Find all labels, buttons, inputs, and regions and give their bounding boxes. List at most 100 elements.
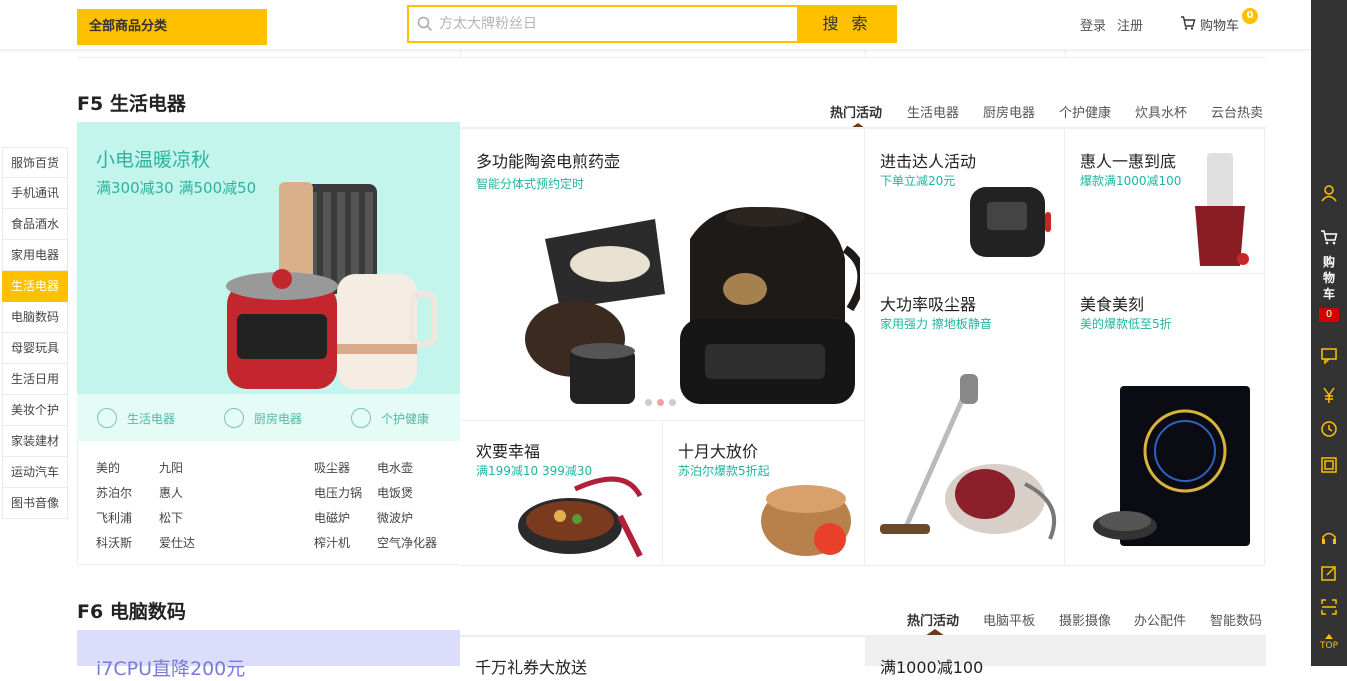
product-cell-2[interactable]: 惠人一惠到底 爆款满1000减100 (1065, 129, 1265, 274)
tab-hot-activity[interactable]: 热门活动 (830, 102, 882, 121)
floor-title-f5: F5 生活电器 (77, 93, 186, 115)
brand-link[interactable]: 九阳 (159, 459, 183, 476)
all-categories-button[interactable]: 全部商品分类 (77, 9, 267, 45)
sidebar-cart-label[interactable]: 购 物 车 (1311, 254, 1347, 302)
brand-link[interactable]: 美的 (96, 459, 120, 476)
history-icon[interactable] (1320, 420, 1338, 438)
rice-cooker-image (761, 485, 851, 556)
product-cell-3[interactable]: 大功率吸尘器 家用强力 擦地板静音 (865, 274, 1065, 566)
floor-nav-item-active[interactable]: 生活电器 (2, 271, 68, 302)
brand-link[interactable]: 爱仕达 (159, 534, 195, 551)
carousel-dot-active[interactable] (657, 399, 664, 406)
tab-hot-activity[interactable]: 热门活动 (907, 610, 959, 629)
tab-office-accessories[interactable]: 办公配件 (1134, 610, 1186, 629)
promo-category-label: 厨房电器 (254, 412, 303, 426)
sidebar-cart-label-char: 车 (1322, 287, 1335, 301)
category-link[interactable]: 吸尘器 (314, 459, 350, 476)
floor-nav-item[interactable]: 手机通讯 (2, 178, 68, 209)
promo-title: i7CPU直降200元 (96, 658, 246, 680)
brand-link[interactable]: 松下 (159, 509, 183, 526)
product-cell-6[interactable]: 十月大放价 苏泊尔爆款5折起 (663, 421, 865, 566)
category-link[interactable]: 空气净化器 (377, 534, 437, 551)
category-link[interactable]: 电饭煲 (377, 484, 413, 501)
tab-computers-tablets[interactable]: 电脑平板 (983, 610, 1035, 629)
tab-life-appliances[interactable]: 生活电器 (907, 102, 959, 121)
f5-tabs: 热门活动 生活电器 厨房电器 个护健康 炊具水杯 云台热卖 (828, 102, 1268, 130)
cell-title: 多功能陶瓷电煎药壶 (476, 152, 621, 171)
sidebar-cart-label-char: 物 (1322, 271, 1335, 285)
cell-subtitle: 智能分体式预约定时 (476, 177, 585, 191)
scan-icon[interactable] (1320, 598, 1338, 616)
tab-cookware[interactable]: 炊具水杯 (1135, 102, 1187, 121)
carousel-dot[interactable] (645, 399, 652, 406)
sidebar-cart-label-char: 购 (1322, 255, 1335, 269)
cell-title: 满1000减100 (880, 658, 984, 677)
tab-hot-sale[interactable]: 云台热卖 (1211, 102, 1263, 121)
floor-nav-item[interactable]: 电脑数码 (2, 302, 68, 333)
floor-nav-item[interactable]: 美妆个护 (2, 395, 68, 426)
product-cell-4[interactable]: 美食美刻 美的爆款低至5折 (1065, 274, 1265, 566)
cell-subtitle: 苏泊尔爆款5折起 (678, 464, 770, 478)
back-to-top-label: TOP (1319, 641, 1338, 651)
yuan-icon[interactable] (1320, 386, 1338, 404)
juicer-image (1195, 153, 1249, 266)
category-link[interactable]: 榨汁机 (314, 534, 350, 551)
tab-personal-care[interactable]: 个护健康 (1059, 102, 1111, 121)
floor-nav-item[interactable]: 生活日用 (2, 364, 68, 395)
cart-icon (1181, 16, 1196, 30)
right-sidebar: 购 物 车 0 TOP (1311, 0, 1347, 666)
site-header: 全部商品分类 搜 索 登录 注册 购物车 0 (0, 0, 1311, 50)
back-to-top-button[interactable]: TOP (1311, 634, 1347, 651)
promo-category-label: 生活电器 (127, 412, 176, 426)
register-link[interactable]: 注册 (1117, 15, 1143, 34)
category-link[interactable]: 电压力锅 (314, 484, 362, 501)
user-icon[interactable] (1320, 184, 1338, 202)
brand-link[interactable]: 惠人 (159, 484, 183, 501)
login-link[interactable]: 登录 (1080, 15, 1106, 34)
brand-link[interactable]: 科沃斯 (96, 534, 132, 551)
headphones-icon[interactable] (1320, 528, 1338, 546)
f5-promo-banner[interactable]: 小电温暖凉秋 满300减30 满500减50 生活电器 厨房电器 个护健康 (77, 122, 460, 441)
search-button[interactable]: 搜 索 (797, 5, 897, 43)
cart-icon[interactable] (1320, 228, 1338, 246)
cell-subtitle: 家用强力 擦地板静音 (880, 317, 992, 331)
floor-nav-item[interactable]: 食品酒水 (2, 209, 68, 240)
product-cell-5[interactable]: 欢要幸福 满199减10 399减30 (460, 421, 663, 566)
floor-nav-item[interactable]: 图书音像 (2, 488, 68, 519)
cell-title: 惠人一惠到底 (1080, 152, 1177, 171)
tab-kitchen-appliances[interactable]: 厨房电器 (983, 102, 1035, 121)
cell-subtitle: 美的爆款低至5折 (1080, 317, 1172, 331)
appliance-icon (97, 408, 117, 428)
search-icon (417, 16, 433, 32)
floor-nav-item[interactable]: 家装建材 (2, 426, 68, 457)
cell-title: 大功率吸尘器 (880, 295, 977, 314)
carousel-dot[interactable] (669, 399, 676, 406)
sidebar-cart-badge: 0 (1319, 308, 1339, 322)
cell-title[interactable]: 千万礼券大放送 (475, 654, 587, 678)
brand-link[interactable]: 苏泊尔 (96, 484, 132, 501)
category-link[interactable]: 电水壶 (377, 459, 413, 476)
brand-link[interactable]: 飞利浦 (96, 509, 132, 526)
induction-cooker-image (1093, 386, 1250, 546)
search-box: 搜 索 (407, 5, 897, 43)
qrcode-icon[interactable] (1320, 456, 1338, 474)
f6-tabs: 热门活动 电脑平板 摄影摄像 办公配件 智能数码 (905, 610, 1275, 636)
f6-promo-banner[interactable]: i7CPU直降200元 (77, 630, 460, 680)
floor-nav-item[interactable]: 服饰百货 (2, 147, 68, 178)
product-cell-f6[interactable]: 满1000减100 (865, 637, 1266, 677)
tab-smart-digital[interactable]: 智能数码 (1210, 610, 1262, 629)
promo-category-label: 个护健康 (381, 412, 430, 426)
edit-icon[interactable] (1320, 564, 1338, 582)
floor-nav-item[interactable]: 运动汽车 (2, 457, 68, 488)
message-icon[interactable] (1320, 346, 1338, 364)
category-link[interactable]: 电磁炉 (314, 509, 350, 526)
tab-photography[interactable]: 摄影摄像 (1059, 610, 1111, 629)
floor-nav-item[interactable]: 家用电器 (2, 240, 68, 271)
product-cell-center[interactable]: 多功能陶瓷电煎药壶 智能分体式预约定时 (460, 129, 865, 421)
cart-link[interactable]: 购物车 0 (1180, 8, 1260, 36)
floor-nav-item[interactable]: 母婴玩具 (2, 333, 68, 364)
search-input[interactable] (439, 13, 789, 35)
product-cell-1[interactable]: 进击达人活动 下单立减20元 (865, 129, 1065, 274)
category-link[interactable]: 微波炉 (377, 509, 413, 526)
brand-links: 美的 九阳 苏泊尔 惠人 飞利浦 松下 科沃斯 爱仕达 吸尘器 电水壶 电压力锅… (77, 441, 460, 565)
